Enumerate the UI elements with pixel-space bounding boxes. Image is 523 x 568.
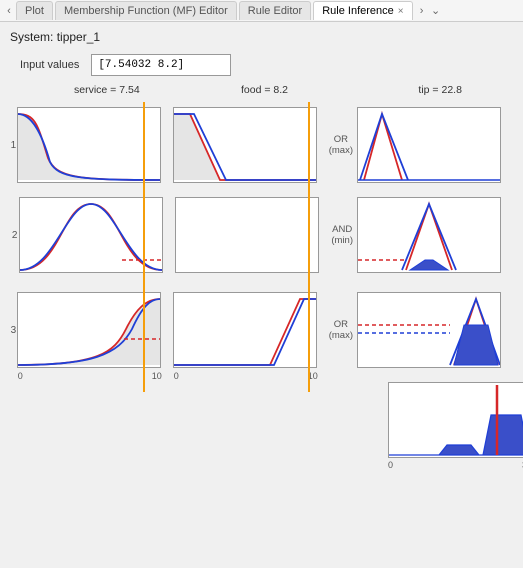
tab-rule-inference[interactable]: Rule Inference × [313, 1, 412, 20]
op-fn: (min) [331, 235, 353, 246]
rule-number: 3 [10, 325, 17, 336]
xticks-tip: 0 30 [388, 460, 523, 470]
close-icon[interactable]: × [398, 6, 404, 17]
tab-plot[interactable]: Plot [16, 1, 53, 20]
rule-number: 1 [10, 140, 17, 151]
rule-op-2: AND (min) [331, 224, 353, 247]
op-name: OR [334, 134, 348, 145]
tick: 0 [388, 460, 393, 470]
mf-food-2[interactable] [175, 197, 319, 273]
show-actions-button[interactable]: ⌄ [429, 4, 443, 18]
op-fn: (max) [329, 145, 353, 156]
mf-food-3[interactable]: 0 10 [173, 292, 317, 368]
tab-label: Rule Editor [248, 5, 302, 17]
mf-service-2[interactable] [19, 197, 163, 273]
rule-number: 2 [10, 230, 19, 241]
tab-bar: ‹ Plot Membership Function (MF) Editor R… [0, 0, 523, 22]
nav-forward-button[interactable]: › [415, 4, 429, 18]
tick: 10 [152, 371, 162, 381]
col-header-service: service = 7.54 [34, 84, 180, 96]
op-name: AND [332, 224, 352, 235]
rule-row-2: 2 AND (min) [10, 190, 513, 280]
column-headers: service = 7.54 food = 8.2 tip = 22.8 [34, 84, 513, 96]
tick: 10 [308, 371, 318, 381]
rule-row-3: 3 0 10 [10, 280, 513, 380]
col-header-tip: tip = 22.8 [367, 84, 513, 96]
system-label: System: [10, 30, 53, 44]
system-value: tipper_1 [57, 30, 100, 44]
input-values-row: Input values [20, 54, 513, 76]
tab-mf-editor[interactable]: Membership Function (MF) Editor [55, 1, 237, 20]
tab-label: Plot [25, 5, 44, 17]
tick: 0 [174, 371, 179, 381]
mf-food-1[interactable] [173, 107, 317, 183]
op-fn: (max) [329, 330, 353, 341]
tab-label: Rule Inference [322, 5, 394, 17]
tab-label: Membership Function (MF) Editor [64, 5, 228, 17]
aggregate-output[interactable] [388, 382, 523, 458]
nav-back-button[interactable]: ‹ [2, 4, 16, 18]
client-area: System: tipper_1 Input values service = … [0, 22, 523, 568]
system-name: System: tipper_1 [10, 30, 513, 44]
mf-tip-3[interactable] [357, 292, 501, 368]
rule-op-3: OR (max) [329, 319, 353, 342]
op-name: OR [334, 319, 348, 330]
rule-op-1: OR (max) [329, 134, 353, 157]
tab-rule-editor[interactable]: Rule Editor [239, 1, 311, 20]
mf-tip-1[interactable] [357, 107, 501, 183]
mf-tip-2[interactable] [357, 197, 501, 273]
input-values-field[interactable] [91, 54, 231, 76]
tick: 0 [18, 371, 23, 381]
input-values-label: Input values [20, 59, 79, 71]
xticks-food: 0 10 [174, 371, 318, 381]
inference-grid: service = 7.54 food = 8.2 tip = 22.8 1 [10, 84, 513, 474]
aggregate-row: 0 30 [10, 382, 513, 474]
mf-service-1[interactable] [17, 107, 161, 183]
xticks-service: 0 10 [18, 371, 162, 381]
mf-service-3[interactable]: 0 10 [17, 292, 161, 368]
rule-row-1: 1 OR (max) [10, 100, 513, 190]
col-header-food: food = 8.2 [192, 84, 338, 96]
